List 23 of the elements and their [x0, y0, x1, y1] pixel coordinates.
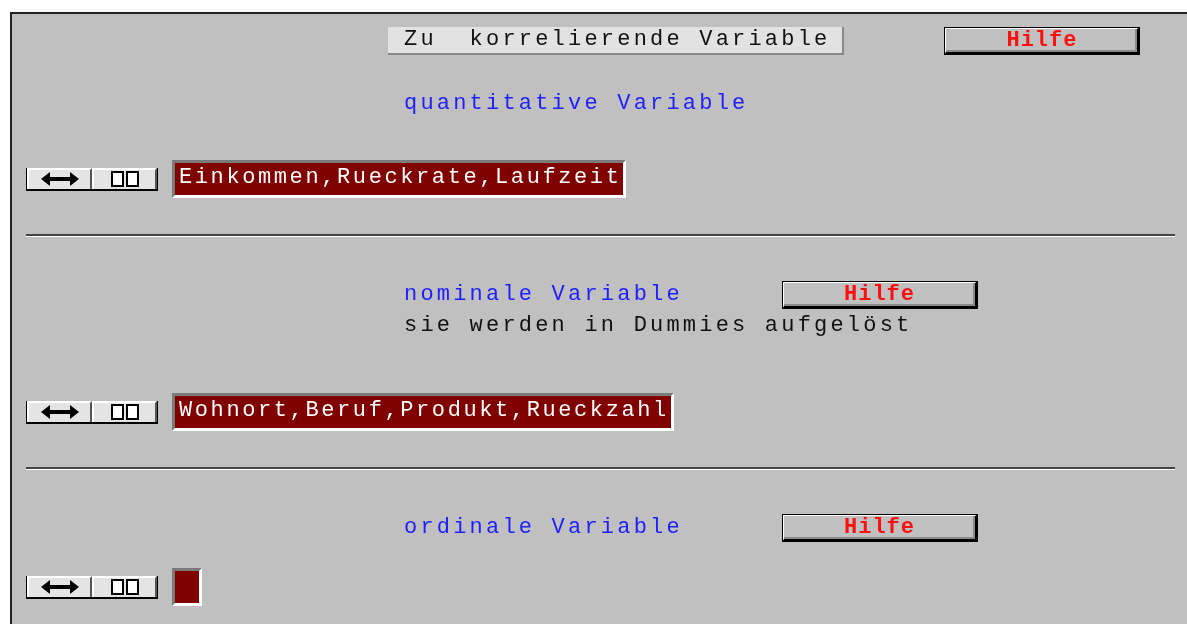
columns-button[interactable] — [92, 400, 157, 422]
help-button[interactable]: Hilfe — [782, 281, 978, 309]
help-button[interactable]: Hilfe — [782, 514, 978, 542]
help-button[interactable]: Hilfe — [944, 27, 1141, 55]
double-arrow-icon — [40, 580, 79, 594]
columns-icon — [110, 171, 139, 187]
double-arrow-icon — [40, 405, 79, 419]
columns-button[interactable] — [92, 575, 157, 597]
variable-field[interactable]: Einkommen,Rueckrate,Laufzeit — [172, 160, 627, 198]
section-title: Zu korrelierende Variable — [388, 27, 845, 55]
variable-type-label: quantitative Variable — [404, 91, 750, 117]
columns-icon — [110, 404, 139, 420]
columns-button[interactable] — [92, 167, 157, 189]
variable-type-label: nominale Variable — [404, 282, 684, 308]
variable-field[interactable]: Wohnort,Beruf,Produkt,Rueckzahl — [172, 393, 674, 431]
move-button[interactable] — [27, 400, 92, 422]
columns-icon — [110, 579, 139, 595]
move-button[interactable] — [27, 575, 92, 597]
variable-field[interactable] — [172, 568, 202, 606]
move-button[interactable] — [27, 167, 92, 189]
variable-type-label: ordinale Variable — [404, 515, 684, 541]
double-arrow-icon — [40, 172, 79, 186]
hint-text: sie werden in Dummies aufgelöst — [404, 313, 914, 339]
